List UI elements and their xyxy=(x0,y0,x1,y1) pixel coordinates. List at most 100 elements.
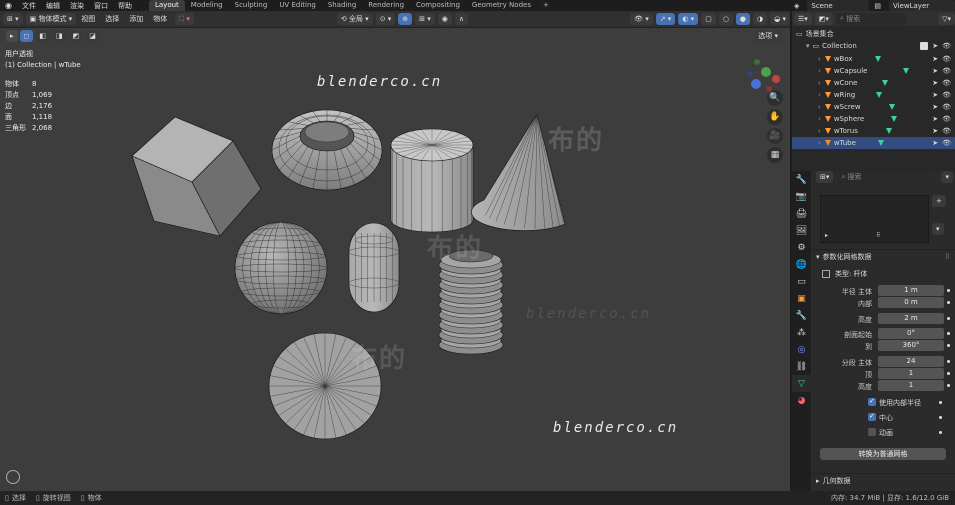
constraints-tab-icon[interactable]: ⛓ xyxy=(792,358,811,375)
tab-geometry-nodes[interactable]: Geometry Nodes xyxy=(466,0,537,11)
shading-render-icon[interactable]: ◒ ▾ xyxy=(770,13,790,25)
eye-icon[interactable]: 👁 xyxy=(942,103,951,111)
tool-tab-icon[interactable]: 🔧 xyxy=(792,171,811,188)
properties-search-input[interactable]: ⌕ 搜索 xyxy=(837,171,926,183)
snap-mode-icon[interactable]: ⊞ ▾ xyxy=(415,13,435,25)
select-arrow-icon[interactable]: ➤ xyxy=(932,67,938,75)
select-arrow-icon[interactable]: ➤ xyxy=(932,103,938,111)
eye-icon[interactable]: 👁 xyxy=(942,67,951,75)
pan-hand-icon[interactable]: ✋ xyxy=(767,109,783,125)
select-arrow-icon[interactable]: ➤ xyxy=(932,42,938,50)
expand-chevron-icon[interactable]: › xyxy=(818,91,821,99)
keyframe-dot-icon[interactable] xyxy=(947,332,950,335)
menu-file[interactable]: 文件 xyxy=(17,1,41,11)
number-field[interactable]: 0° xyxy=(878,328,944,339)
tab-compositing[interactable]: Compositing xyxy=(410,0,466,11)
xray-icon[interactable]: ▢ xyxy=(701,13,716,25)
keyframe-dot-icon[interactable] xyxy=(939,401,942,404)
mesh-data-icon[interactable] xyxy=(882,80,889,86)
outliner-scene-collection[interactable]: ▭ 场景集合 xyxy=(792,28,955,40)
tab-uv-editing[interactable]: UV Editing xyxy=(273,0,322,11)
outliner-search-input[interactable]: ⌕ 搜索 xyxy=(835,12,906,25)
perspective-grid-icon[interactable]: ▦ xyxy=(767,147,783,163)
shading-solid-icon[interactable]: ● xyxy=(735,13,751,25)
tab-sculpting[interactable]: Sculpting xyxy=(229,0,274,11)
outliner-collection[interactable]: ▾ ▭ Collection ➤ 👁 xyxy=(792,40,955,52)
outliner-object-row[interactable]: › wScrew ➤ 👁 xyxy=(792,101,955,113)
menu-edit[interactable]: 编辑 xyxy=(41,1,65,11)
mesh-data-icon[interactable] xyxy=(876,92,883,98)
menu-object[interactable]: 物体 xyxy=(148,14,172,24)
outliner-object-row[interactable]: › wBox ➤ 👁 xyxy=(792,53,955,65)
output-tab-icon[interactable]: 🖨 xyxy=(792,205,811,222)
select-arrow-icon[interactable]: ➤ xyxy=(932,115,938,123)
3d-viewport[interactable]: ▸ ◻ ◧ ◨ ◩ ◪ 选项 ▾ 用户透视 (1) Collection | w… xyxy=(0,28,790,491)
visibility-icon[interactable]: 👁 ▾ xyxy=(630,13,653,25)
gizmo-toggle-icon[interactable]: ↗ ▾ xyxy=(655,13,676,25)
tab-modeling[interactable]: Modeling xyxy=(185,0,229,11)
expand-chevron-icon[interactable]: › xyxy=(818,103,821,111)
outliner-object-row[interactable]: › wTorus ➤ 👁 xyxy=(792,125,955,137)
snap-icon[interactable]: ⊕ xyxy=(398,13,413,25)
list-menu-button[interactable]: ▾ xyxy=(932,223,944,235)
screw-object[interactable] xyxy=(438,249,504,355)
tab-rendering[interactable]: Rendering xyxy=(362,0,410,11)
drag-handle-icon[interactable]: ⠿ xyxy=(945,253,950,261)
cursor-tool-icon[interactable] xyxy=(6,470,20,484)
expand-chevron-icon[interactable]: › xyxy=(818,139,821,147)
select-arrow-icon[interactable]: ➤ xyxy=(932,55,938,63)
mesh-data-icon[interactable] xyxy=(885,128,892,134)
physics-tab-icon[interactable]: ◎ xyxy=(792,341,811,358)
checkbox-icon[interactable] xyxy=(920,42,929,50)
outliner-object-row[interactable]: › wCapsule ➤ 👁 xyxy=(792,65,955,77)
filter-icon[interactable]: ▽▾ xyxy=(938,12,955,25)
view-layer-icon[interactable]: ▤ xyxy=(869,2,886,10)
overlay-toggle-icon[interactable]: ◐ ▾ xyxy=(678,13,699,25)
select-arrow-icon[interactable]: ➤ xyxy=(932,91,938,99)
display-mode-icon[interactable]: ◩▾ xyxy=(814,12,833,25)
shading-wire-icon[interactable]: ○ xyxy=(718,13,733,25)
uv-list[interactable]: ▸ ⠿ xyxy=(820,195,929,243)
capsule-object[interactable] xyxy=(348,222,400,313)
view-layer-selector[interactable]: ViewLayer xyxy=(889,0,955,12)
falloff-icon[interactable]: ∧ xyxy=(454,13,469,25)
outliner-object-row[interactable]: › wCone ➤ 👁 xyxy=(792,77,955,89)
sphere-object[interactable] xyxy=(234,221,328,315)
mesh-data-icon[interactable] xyxy=(902,68,909,74)
eye-icon[interactable]: 👁 xyxy=(942,115,951,123)
scene-selector[interactable]: Scene xyxy=(807,0,870,12)
outliner-object-row[interactable]: › wTube ➤ 👁 xyxy=(792,137,955,149)
material-tab-icon[interactable]: ◕ xyxy=(792,392,811,409)
mesh-data-icon[interactable] xyxy=(888,104,895,110)
expand-chevron-icon[interactable]: › xyxy=(818,115,821,123)
number-field[interactable]: 1 m xyxy=(878,285,944,296)
proportional-edit-icon[interactable]: ◉ xyxy=(437,13,452,25)
keyframe-dot-icon[interactable] xyxy=(947,317,950,320)
mesh-data-icon[interactable] xyxy=(891,116,898,122)
mesh-data-icon[interactable] xyxy=(877,140,884,146)
object-tab-icon[interactable]: ▣ xyxy=(792,290,811,307)
keyframe-dot-icon[interactable] xyxy=(947,344,950,347)
orientation-selector[interactable]: ⟲ 全局 ▾ xyxy=(336,13,373,25)
menu-window[interactable]: 窗口 xyxy=(89,1,113,11)
eye-icon[interactable]: 👁 xyxy=(942,91,951,99)
tab-layout[interactable]: Layout xyxy=(148,0,185,11)
eye-icon[interactable]: 👁 xyxy=(942,139,951,147)
world-tab-icon[interactable]: 🌐 xyxy=(792,256,811,273)
select-arrow-icon[interactable]: ➤ xyxy=(932,139,938,147)
scene-tab-icon[interactable]: ⚙ xyxy=(792,239,811,256)
eye-icon[interactable]: 👁 xyxy=(942,79,951,87)
scene-icon[interactable]: ◈ xyxy=(789,2,804,10)
mesh-data-icon[interactable] xyxy=(874,56,881,62)
convert-to-mesh-button[interactable]: 转换为普通网格 xyxy=(820,448,946,460)
keyframe-dot-icon[interactable] xyxy=(947,384,950,387)
expand-chevron-icon[interactable]: › xyxy=(818,67,821,75)
add-workspace-button[interactable]: + xyxy=(537,0,555,11)
tab-shading[interactable]: Shading xyxy=(322,0,362,11)
data-tab-icon[interactable]: ▽ xyxy=(792,375,811,392)
number-field[interactable]: 24 xyxy=(878,356,944,367)
add-list-item-button[interactable]: + xyxy=(932,195,946,207)
properties-options-icon[interactable]: ▾ xyxy=(941,171,953,183)
eye-icon[interactable]: 👁 xyxy=(942,55,951,63)
expand-chevron-icon[interactable]: ▾ xyxy=(806,42,810,50)
